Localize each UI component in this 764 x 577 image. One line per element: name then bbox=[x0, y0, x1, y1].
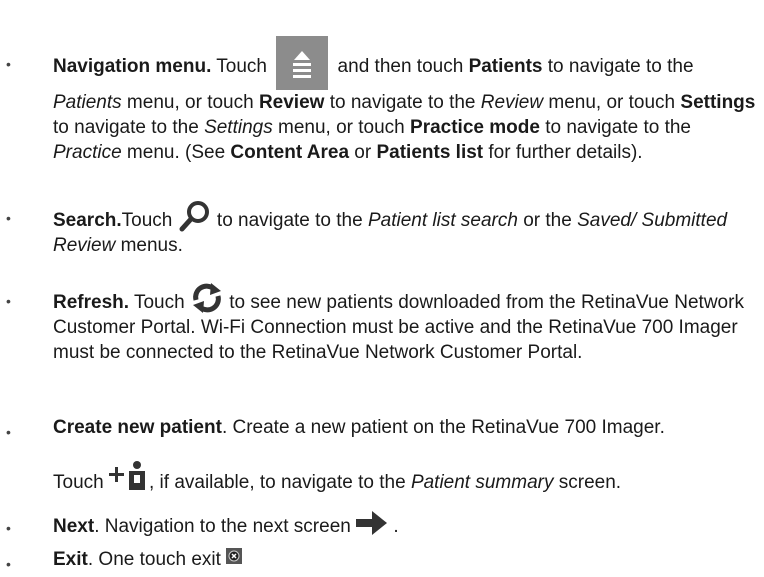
text-run: . Navigation to the next screen bbox=[94, 516, 357, 537]
text-run: menu, or touch bbox=[272, 117, 411, 138]
text-run: Patients bbox=[468, 56, 543, 77]
item-text: Navigation menu. Touch and then touch Pa… bbox=[53, 36, 758, 165]
text-run: or the bbox=[517, 210, 578, 231]
text-run: to navigate to the bbox=[539, 117, 691, 138]
text-run: to navigate to the bbox=[542, 56, 694, 77]
item-title: Navigation menu. bbox=[53, 56, 212, 77]
text-run: Touch bbox=[121, 210, 178, 231]
text-run: Touch bbox=[53, 472, 109, 493]
text-run: menu. (See bbox=[121, 142, 231, 163]
text-run: Patient summary bbox=[410, 472, 554, 493]
bullet: • bbox=[6, 56, 11, 72]
item-title: Next bbox=[53, 516, 95, 537]
item-text: Exit. One touch exit bbox=[53, 547, 758, 572]
text-run: Practice bbox=[53, 142, 122, 163]
bullet: • bbox=[6, 556, 11, 572]
text-run: menus. bbox=[115, 235, 183, 256]
item-title: Create new patient bbox=[53, 417, 222, 438]
text-run: Review bbox=[480, 92, 544, 113]
text-run: Settings bbox=[680, 92, 756, 113]
item-text: Next. Navigation to the next screen . bbox=[53, 511, 758, 539]
text-run: and then touch bbox=[332, 56, 469, 77]
item-text: Search.Touch to navigate to the Patient … bbox=[53, 200, 758, 258]
text-run: . One touch exit bbox=[87, 549, 227, 570]
text-run: Patients bbox=[53, 92, 122, 113]
text-run: Content Area bbox=[230, 142, 350, 163]
item-text: Create new patient. Create a new patient… bbox=[53, 415, 758, 495]
bullet: • bbox=[6, 293, 11, 309]
text-run: to navigate to the bbox=[211, 210, 368, 231]
text-run: to navigate to the bbox=[53, 117, 205, 138]
text-run: Practice mode bbox=[410, 117, 540, 138]
text-run: menu, or touch bbox=[543, 92, 681, 113]
item-line: Touch , if available, to navigate to the… bbox=[53, 460, 758, 495]
text-run: Touch bbox=[211, 56, 273, 77]
text-run: or bbox=[349, 142, 377, 163]
search-icon bbox=[179, 201, 209, 232]
add-patient-icon bbox=[108, 461, 145, 490]
item-title: Refresh. bbox=[53, 292, 130, 313]
item-text: Refresh. Touch to see new patients downl… bbox=[53, 283, 758, 365]
text-run: Patient list search bbox=[367, 210, 518, 231]
text-run: Settings bbox=[204, 117, 273, 138]
bullet: • bbox=[6, 520, 11, 536]
text-run: screen. bbox=[553, 472, 622, 493]
text-run: menu, or touch bbox=[121, 92, 259, 113]
text-run: Touch bbox=[129, 292, 190, 313]
text-run: , if available, to navigate to the bbox=[148, 472, 411, 493]
text-run: . bbox=[388, 516, 399, 537]
bullet: • bbox=[6, 424, 11, 440]
text-run: Patients list bbox=[376, 142, 484, 163]
item-title: Search. bbox=[53, 210, 122, 231]
refresh-icon bbox=[192, 283, 221, 313]
text-run: to navigate to the bbox=[324, 92, 481, 113]
text-run: . Create a new patient on the RetinaVue … bbox=[221, 417, 665, 438]
arrow-right-icon bbox=[356, 511, 388, 535]
text-run: Review bbox=[258, 92, 325, 113]
item-title: Exit bbox=[53, 549, 88, 570]
bullet: • bbox=[6, 210, 11, 226]
close-icon bbox=[226, 548, 243, 564]
menu-eject-icon bbox=[276, 36, 329, 90]
text-run: for further details). bbox=[483, 142, 643, 163]
